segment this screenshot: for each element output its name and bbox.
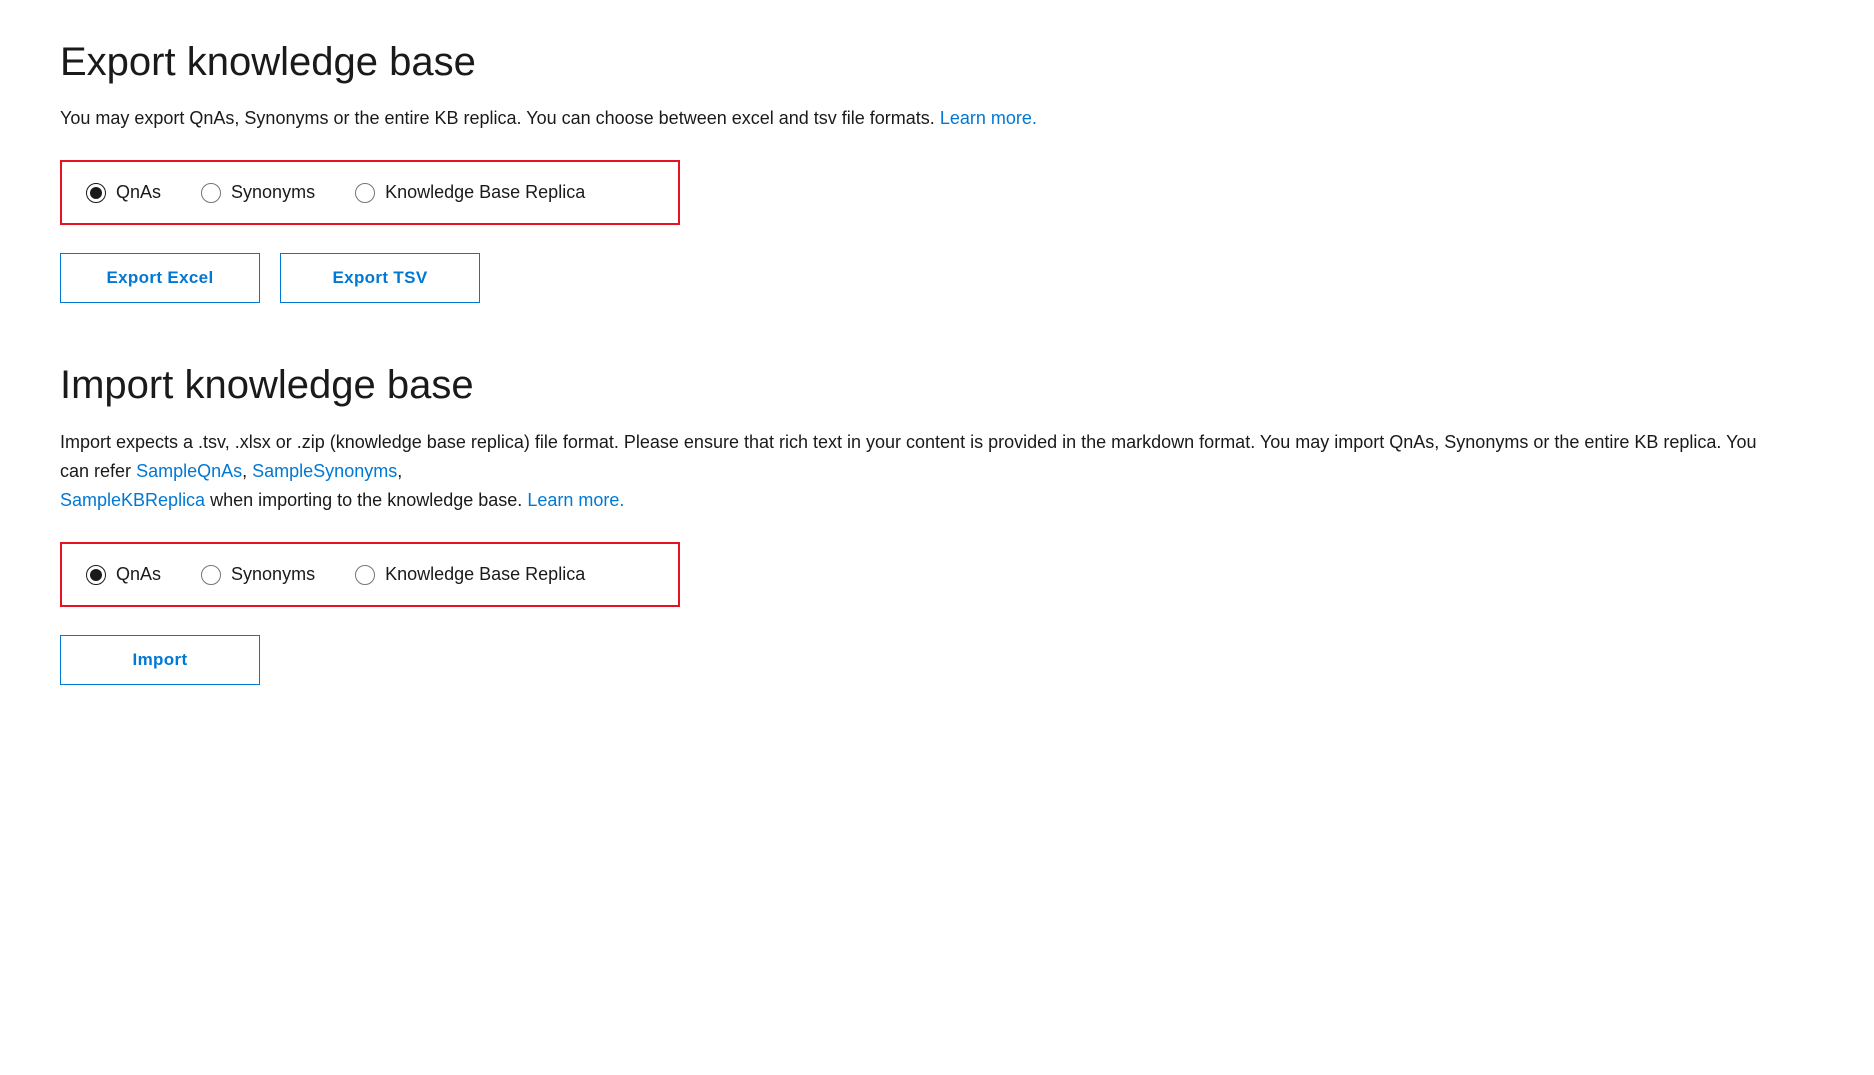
export-radio-qnas[interactable]: QnAs xyxy=(86,182,161,203)
export-radio-kb-replica[interactable]: Knowledge Base Replica xyxy=(355,182,585,203)
export-qnas-radio[interactable] xyxy=(86,183,106,203)
import-synonyms-radio[interactable] xyxy=(201,565,221,585)
export-excel-button[interactable]: Export Excel xyxy=(60,253,260,303)
export-title: Export knowledge base xyxy=(60,40,1814,85)
export-radio-synonyms[interactable]: Synonyms xyxy=(201,182,315,203)
import-radio-group: QnAs Synonyms Knowledge Base Replica xyxy=(60,542,680,607)
export-description: You may export QnAs, Synonyms or the ent… xyxy=(60,105,1460,132)
import-title: Import knowledge base xyxy=(60,363,1814,408)
export-kb-replica-label: Knowledge Base Replica xyxy=(385,182,585,203)
import-radio-qnas[interactable]: QnAs xyxy=(86,564,161,585)
export-learn-more-link[interactable]: Learn more. xyxy=(940,108,1037,128)
export-synonyms-label: Synonyms xyxy=(231,182,315,203)
import-kb-replica-radio[interactable] xyxy=(355,565,375,585)
sample-qnas-link[interactable]: SampleQnAs xyxy=(136,461,242,481)
import-synonyms-label: Synonyms xyxy=(231,564,315,585)
sample-synonyms-link[interactable]: SampleSynonyms xyxy=(252,461,397,481)
sample-kb-replica-link[interactable]: SampleKBReplica xyxy=(60,490,205,510)
import-button-group: Import xyxy=(60,635,1814,685)
import-section: Import knowledge base Import expects a .… xyxy=(60,363,1814,685)
import-learn-more-link[interactable]: Learn more. xyxy=(527,490,624,510)
import-qnas-label: QnAs xyxy=(116,564,161,585)
export-tsv-button[interactable]: Export TSV xyxy=(280,253,480,303)
import-button[interactable]: Import xyxy=(60,635,260,685)
import-radio-kb-replica[interactable]: Knowledge Base Replica xyxy=(355,564,585,585)
export-section: Export knowledge base You may export QnA… xyxy=(60,40,1814,303)
import-description: Import expects a .tsv, .xlsx or .zip (kn… xyxy=(60,428,1760,514)
import-radio-synonyms[interactable]: Synonyms xyxy=(201,564,315,585)
import-kb-replica-label: Knowledge Base Replica xyxy=(385,564,585,585)
export-synonyms-radio[interactable] xyxy=(201,183,221,203)
export-qnas-label: QnAs xyxy=(116,182,161,203)
export-button-group: Export Excel Export TSV xyxy=(60,253,1814,303)
import-qnas-radio[interactable] xyxy=(86,565,106,585)
export-radio-group: QnAs Synonyms Knowledge Base Replica xyxy=(60,160,680,225)
export-kb-replica-radio[interactable] xyxy=(355,183,375,203)
